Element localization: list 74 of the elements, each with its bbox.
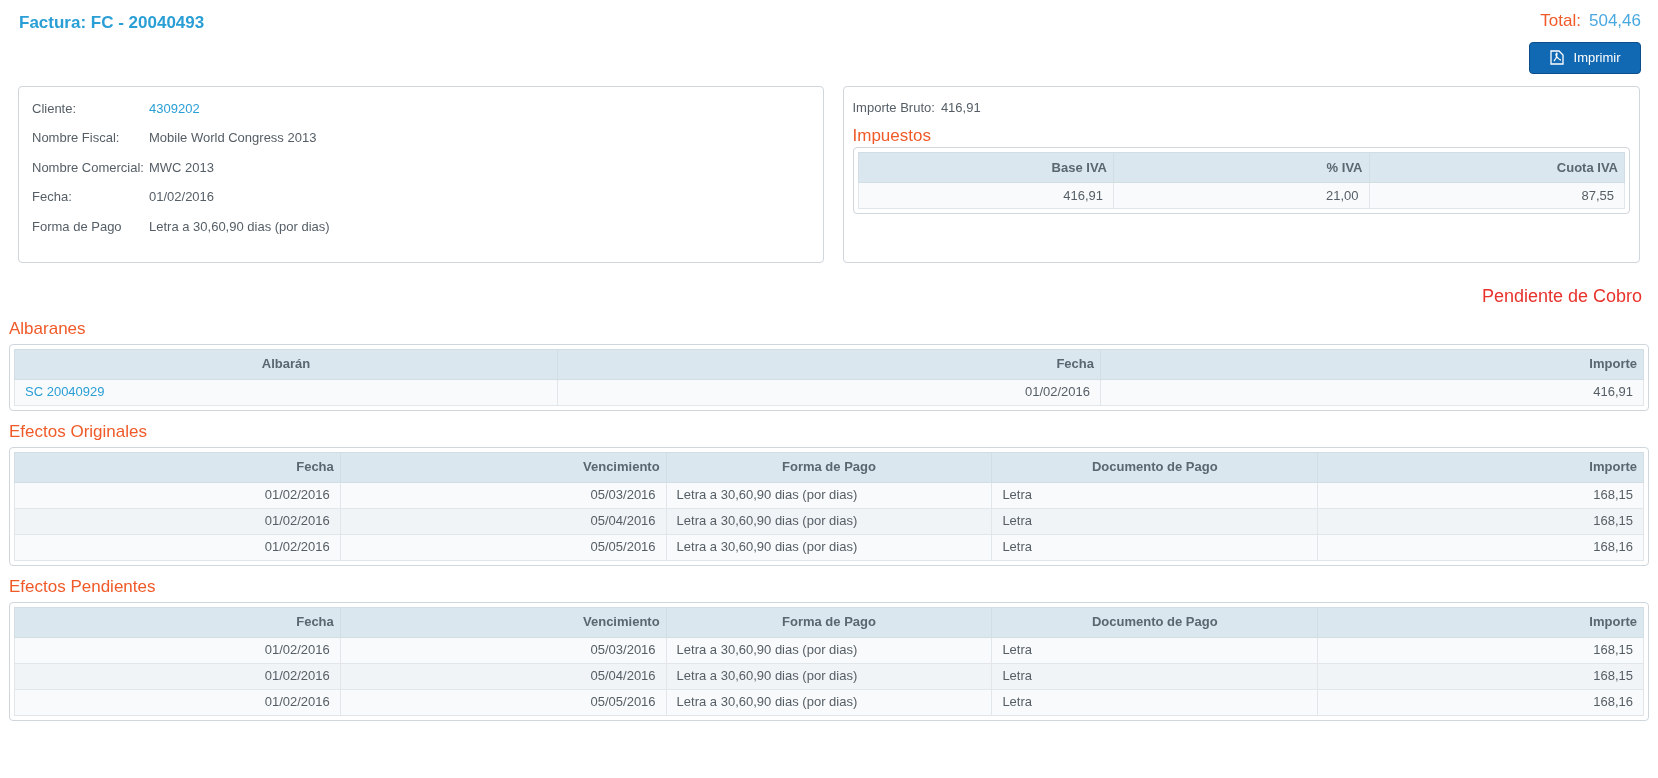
column-header: Forma de Pago [666, 607, 992, 637]
table-cell: 01/02/2016 [557, 379, 1101, 405]
table-cell: 168,15 [1317, 663, 1644, 689]
column-header: Vencimiento [340, 452, 667, 482]
field-value: 01/02/2016 [149, 188, 215, 206]
table-cell: 05/05/2016 [340, 689, 667, 715]
client-link[interactable]: 4309202 [149, 98, 200, 128]
invoice-title: Factura: FC - 20040493 [19, 12, 205, 34]
table-cell: Letra [991, 663, 1318, 689]
column-header: Vencimiento [340, 607, 667, 637]
table-cell: Letra [991, 637, 1318, 663]
table-cell: Letra [991, 689, 1318, 715]
table-cell: 416,91 [858, 182, 1114, 209]
column-header: Cuota IVA [1369, 152, 1625, 183]
table-cell: 168,15 [1317, 508, 1644, 534]
table-cell: Letra a 30,60,90 dias (por dias) [666, 663, 992, 689]
table-cell: 416,91 [1100, 379, 1644, 405]
table-cell: Letra a 30,60,90 dias (por dias) [666, 508, 992, 534]
table-cell: 05/04/2016 [340, 508, 667, 534]
column-header: Importe [1100, 349, 1644, 379]
table-cell: 01/02/2016 [14, 508, 341, 534]
column-header: Base IVA [858, 152, 1114, 183]
table-cell: 168,15 [1317, 637, 1644, 663]
pdf-file-icon [1549, 50, 1564, 65]
pending-label: Pendiente de Cobro [1481, 284, 1642, 308]
section-title: Efectos Pendientes [9, 575, 157, 598]
table-cell: 87,55 [1369, 182, 1625, 209]
table-cell: Letra [991, 482, 1318, 508]
table-cell: Letra a 30,60,90 dias (por dias) [666, 534, 992, 560]
table-cell: 05/05/2016 [340, 534, 667, 560]
field-label: Nombre Comercial: [32, 158, 145, 177]
column-header: Albarán [14, 349, 558, 379]
section-title: Impuestos [852, 125, 932, 147]
table-cell: 01/02/2016 [14, 482, 341, 508]
section-title: Efectos Originales [9, 420, 148, 443]
table-cell: Letra [991, 534, 1318, 560]
table-cell: 01/02/2016 [14, 689, 341, 715]
table-cell: 21,00 [1113, 182, 1369, 209]
print-button[interactable]: Imprimir [1529, 41, 1641, 74]
column-header: Importe [1317, 607, 1644, 637]
field-value: Mobile World Congress 2013 [149, 129, 317, 147]
table-cell: 168,16 [1317, 689, 1644, 715]
section-title: Albaranes [9, 317, 87, 340]
field-value: 416,91 [940, 98, 981, 117]
field-label: Importe Bruto: [852, 98, 935, 117]
table-cell: 01/02/2016 [14, 663, 341, 689]
column-header: Forma de Pago [666, 452, 992, 482]
table-cell: 05/03/2016 [340, 637, 667, 663]
table-cell: 05/04/2016 [340, 663, 667, 689]
table-cell: 168,15 [1317, 482, 1644, 508]
total-value: 504,46 [1589, 10, 1641, 32]
field-label: Cliente: [32, 99, 78, 118]
table-cell: Letra a 30,60,90 dias (por dias) [666, 637, 992, 663]
column-header: Documento de Pago [991, 452, 1318, 482]
table-cell: 168,16 [1317, 534, 1644, 560]
total-label: Total: [1540, 10, 1581, 32]
table-cell: 05/03/2016 [340, 482, 667, 508]
table-cell: Letra a 30,60,90 dias (por dias) [666, 689, 992, 715]
field-label: Nombre Fiscal: [32, 129, 121, 147]
table-cell: Letra [991, 508, 1318, 534]
column-header: Documento de Pago [991, 607, 1318, 637]
column-header: Fecha [557, 349, 1101, 379]
field-label: Fecha: [32, 188, 73, 206]
table-cell: 01/02/2016 [14, 637, 341, 663]
field-value: Letra a 30,60,90 dias (por dias) [149, 217, 330, 236]
table-cell: 01/02/2016 [14, 534, 341, 560]
column-header: Fecha [14, 607, 341, 637]
table-cell: Letra a 30,60,90 dias (por dias) [666, 482, 992, 508]
field-value: MWC 2013 [149, 158, 215, 177]
column-header: Importe [1317, 452, 1644, 482]
column-header: Fecha [14, 452, 341, 482]
field-label: Forma de Pago [32, 217, 123, 236]
table-link[interactable]: SC 20040929 [14, 379, 558, 405]
column-header: % IVA [1113, 152, 1369, 183]
